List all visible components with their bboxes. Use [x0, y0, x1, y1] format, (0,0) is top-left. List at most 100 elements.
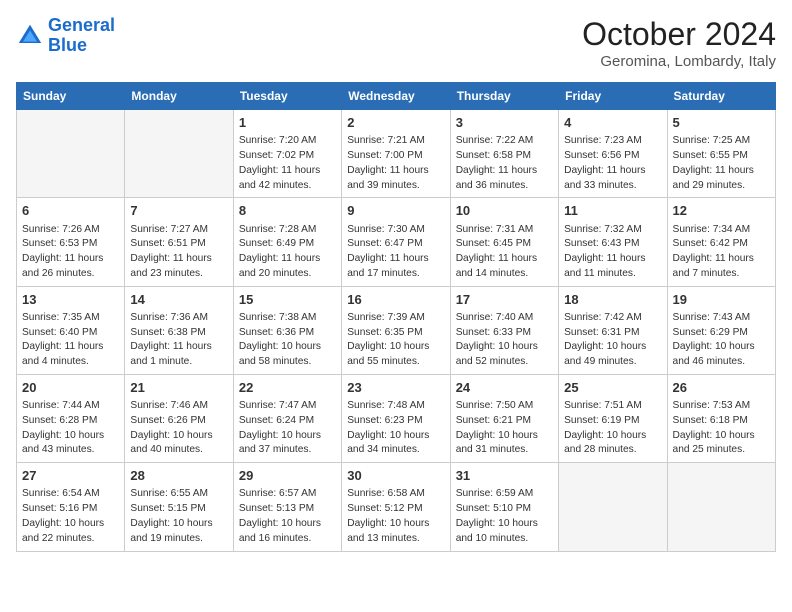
cell-content: Sunrise: 7:32 AM Sunset: 6:43 PM Dayligh… — [564, 223, 661, 282]
day-number: 31 — [456, 467, 553, 485]
day-number: 6 — [22, 202, 119, 220]
day-number: 28 — [130, 467, 227, 485]
day-number: 20 — [22, 379, 119, 397]
cell-content: Sunrise: 7:50 AM Sunset: 6:21 PM Dayligh… — [456, 399, 553, 458]
day-header-saturday: Saturday — [667, 83, 775, 110]
day-number: 27 — [22, 467, 119, 485]
day-number: 8 — [239, 202, 336, 220]
calendar-cell: 19Sunrise: 7:43 AM Sunset: 6:29 PM Dayli… — [667, 286, 775, 374]
day-number: 26 — [673, 379, 770, 397]
location: Geromina, Lombardy, Italy — [582, 53, 776, 70]
calendar-cell: 23Sunrise: 7:48 AM Sunset: 6:23 PM Dayli… — [342, 374, 450, 462]
calendar-cell: 6 Sunrise: 7:26 AM Sunset: 6:53 PM Daylig… — [17, 198, 125, 286]
page-header: General Blue October 2024 Geromina, Lomb… — [16, 16, 776, 70]
cell-content: Sunrise: 7:20 AM Sunset: 7:02 PM Dayligh… — [239, 134, 336, 193]
calendar-cell: 16 Sunrise: 7:39 AM Sunset: 6:35 PM Dayli… — [342, 286, 450, 374]
day-number: 1 — [239, 114, 336, 132]
calendar-cell: 4Sunrise: 7:23 AM Sunset: 6:56 PM Daylig… — [559, 110, 667, 198]
week-row-3: 20 Sunrise: 7:44 AM Sunset: 6:28 PM Dayli… — [17, 374, 776, 462]
day-number: 14 — [130, 291, 227, 309]
day-number: 7 — [130, 202, 227, 220]
cell-content: Sunrise: 7:22 AM Sunset: 6:58 PM Dayligh… — [456, 134, 553, 193]
calendar-table: SundayMondayTuesdayWednesdayThursdayFrid… — [16, 82, 776, 552]
cell-content: Sunrise: 6:54 AM Sunset: 5:16 PM Dayligh… — [22, 487, 119, 546]
calendar-cell: 29Sunrise: 6:57 AM Sunset: 5:13 PM Dayli… — [233, 463, 341, 551]
calendar-cell: 22 Sunrise: 7:47 AM Sunset: 6:24 PM Dayli… — [233, 374, 341, 462]
calendar-cell: 31 Sunrise: 6:59 AM Sunset: 5:10 PM Dayli… — [450, 463, 558, 551]
day-number: 11 — [564, 202, 661, 220]
calendar-cell: 28Sunrise: 6:55 AM Sunset: 5:15 PM Dayli… — [125, 463, 233, 551]
calendar-cell — [559, 463, 667, 551]
month-title: October 2024 — [582, 16, 776, 53]
day-header-friday: Friday — [559, 83, 667, 110]
calendar-cell: 2 Sunrise: 7:21 AM Sunset: 7:00 PM Daylig… — [342, 110, 450, 198]
day-number: 2 — [347, 114, 444, 132]
logo-line2: Blue — [48, 35, 87, 55]
cell-content: Sunrise: 7:21 AM Sunset: 7:00 PM Dayligh… — [347, 134, 444, 193]
cell-content: Sunrise: 7:36 AM Sunset: 6:38 PM Dayligh… — [130, 311, 227, 370]
week-row-0: 1 Sunrise: 7:20 AM Sunset: 7:02 PM Daylig… — [17, 110, 776, 198]
day-header-thursday: Thursday — [450, 83, 558, 110]
calendar-cell: 15 Sunrise: 7:38 AM Sunset: 6:36 PM Dayli… — [233, 286, 341, 374]
day-number: 23 — [347, 379, 444, 397]
calendar-cell — [17, 110, 125, 198]
day-number: 12 — [673, 202, 770, 220]
calendar-cell: 20 Sunrise: 7:44 AM Sunset: 6:28 PM Dayli… — [17, 374, 125, 462]
cell-content: Sunrise: 7:30 AM Sunset: 6:47 PM Dayligh… — [347, 223, 444, 282]
day-number: 18 — [564, 291, 661, 309]
calendar-cell: 21Sunrise: 7:46 AM Sunset: 6:26 PM Dayli… — [125, 374, 233, 462]
calendar-cell: 5 Sunrise: 7:25 AM Sunset: 6:55 PM Daylig… — [667, 110, 775, 198]
header-row: SundayMondayTuesdayWednesdayThursdayFrid… — [17, 83, 776, 110]
day-number: 5 — [673, 114, 770, 132]
day-number: 17 — [456, 291, 553, 309]
cell-content: Sunrise: 7:39 AM Sunset: 6:35 PM Dayligh… — [347, 311, 444, 370]
cell-content: Sunrise: 7:47 AM Sunset: 6:24 PM Dayligh… — [239, 399, 336, 458]
cell-content: Sunrise: 7:40 AM Sunset: 6:33 PM Dayligh… — [456, 311, 553, 370]
calendar-cell: 1 Sunrise: 7:20 AM Sunset: 7:02 PM Daylig… — [233, 110, 341, 198]
week-row-4: 27 Sunrise: 6:54 AM Sunset: 5:16 PM Dayli… — [17, 463, 776, 551]
day-number: 10 — [456, 202, 553, 220]
day-number: 3 — [456, 114, 553, 132]
week-row-2: 13Sunrise: 7:35 AM Sunset: 6:40 PM Dayli… — [17, 286, 776, 374]
day-number: 25 — [564, 379, 661, 397]
cell-content: Sunrise: 7:51 AM Sunset: 6:19 PM Dayligh… — [564, 399, 661, 458]
calendar-cell: 12 Sunrise: 7:34 AM Sunset: 6:42 PM Dayli… — [667, 198, 775, 286]
calendar-cell — [667, 463, 775, 551]
day-number: 16 — [347, 291, 444, 309]
week-row-1: 6 Sunrise: 7:26 AM Sunset: 6:53 PM Daylig… — [17, 198, 776, 286]
cell-content: Sunrise: 7:34 AM Sunset: 6:42 PM Dayligh… — [673, 223, 770, 282]
cell-content: Sunrise: 7:42 AM Sunset: 6:31 PM Dayligh… — [564, 311, 661, 370]
cell-content: Sunrise: 7:53 AM Sunset: 6:18 PM Dayligh… — [673, 399, 770, 458]
logo: General Blue — [16, 16, 115, 56]
cell-content: Sunrise: 6:59 AM Sunset: 5:10 PM Dayligh… — [456, 487, 553, 546]
cell-content: Sunrise: 7:25 AM Sunset: 6:55 PM Dayligh… — [673, 134, 770, 193]
calendar-cell: 30 Sunrise: 6:58 AM Sunset: 5:12 PM Dayli… — [342, 463, 450, 551]
calendar-cell: 11 Sunrise: 7:32 AM Sunset: 6:43 PM Dayli… — [559, 198, 667, 286]
cell-content: Sunrise: 7:26 AM Sunset: 6:53 PM Dayligh… — [22, 223, 119, 282]
day-number: 24 — [456, 379, 553, 397]
logo-icon — [16, 22, 44, 50]
day-header-sunday: Sunday — [17, 83, 125, 110]
calendar-cell: 18 Sunrise: 7:42 AM Sunset: 6:31 PM Dayli… — [559, 286, 667, 374]
cell-content: Sunrise: 6:58 AM Sunset: 5:12 PM Dayligh… — [347, 487, 444, 546]
calendar-cell: 7Sunrise: 7:27 AM Sunset: 6:51 PM Daylig… — [125, 198, 233, 286]
day-number: 4 — [564, 114, 661, 132]
day-number: 22 — [239, 379, 336, 397]
cell-content: Sunrise: 7:43 AM Sunset: 6:29 PM Dayligh… — [673, 311, 770, 370]
day-number: 30 — [347, 467, 444, 485]
day-number: 15 — [239, 291, 336, 309]
cell-content: Sunrise: 6:57 AM Sunset: 5:13 PM Dayligh… — [239, 487, 336, 546]
cell-content: Sunrise: 7:28 AM Sunset: 6:49 PM Dayligh… — [239, 223, 336, 282]
day-header-monday: Monday — [125, 83, 233, 110]
calendar-cell: 9 Sunrise: 7:30 AM Sunset: 6:47 PM Daylig… — [342, 198, 450, 286]
calendar-cell: 27 Sunrise: 6:54 AM Sunset: 5:16 PM Dayli… — [17, 463, 125, 551]
cell-content: Sunrise: 7:38 AM Sunset: 6:36 PM Dayligh… — [239, 311, 336, 370]
day-number: 21 — [130, 379, 227, 397]
calendar-cell: 26 Sunrise: 7:53 AM Sunset: 6:18 PM Dayli… — [667, 374, 775, 462]
cell-content: Sunrise: 7:35 AM Sunset: 6:40 PM Dayligh… — [22, 311, 119, 370]
calendar-cell: 3 Sunrise: 7:22 AM Sunset: 6:58 PM Daylig… — [450, 110, 558, 198]
calendar-cell: 14 Sunrise: 7:36 AM Sunset: 6:38 PM Dayli… — [125, 286, 233, 374]
calendar-cell: 25 Sunrise: 7:51 AM Sunset: 6:19 PM Dayli… — [559, 374, 667, 462]
day-number: 9 — [347, 202, 444, 220]
cell-content: Sunrise: 7:44 AM Sunset: 6:28 PM Dayligh… — [22, 399, 119, 458]
